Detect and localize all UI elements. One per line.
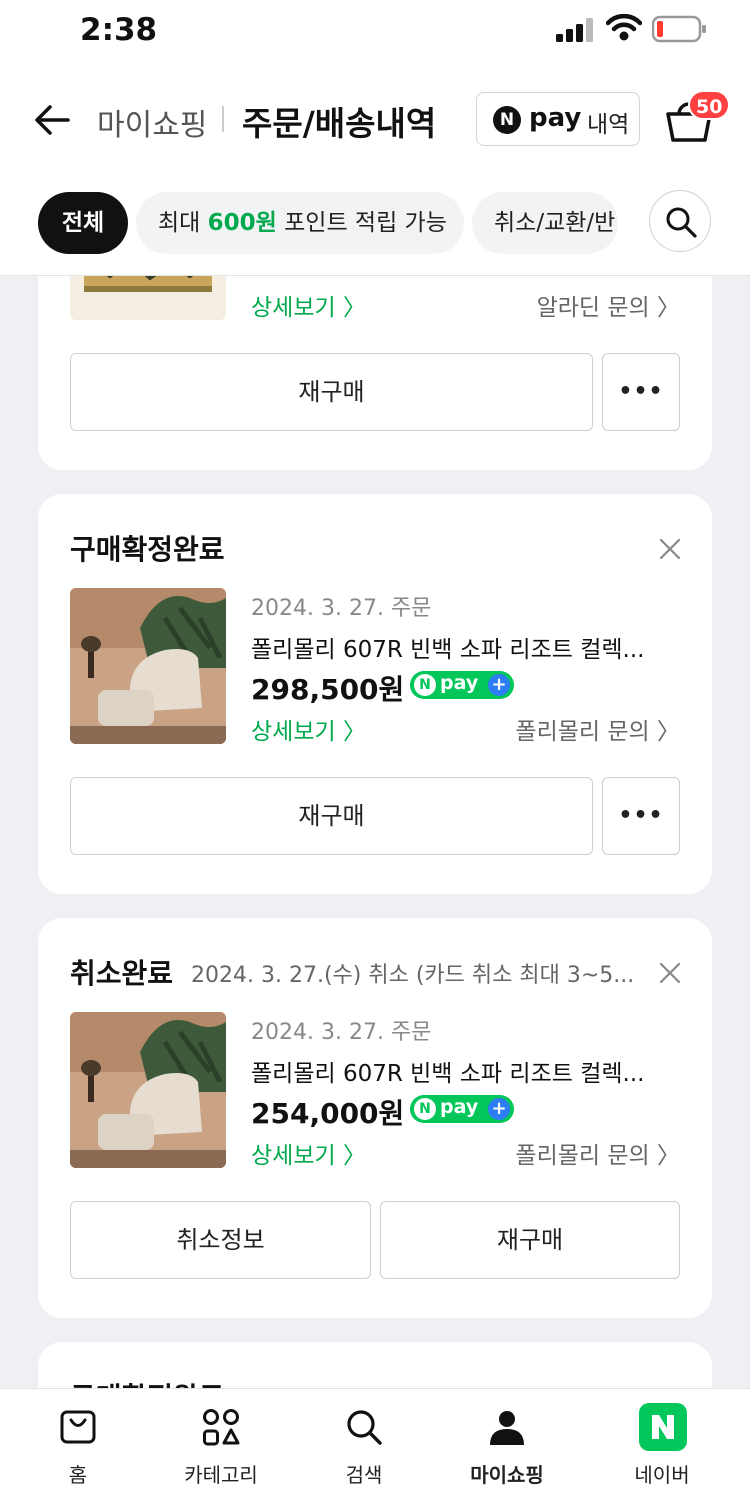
npay-history-label: 내역 bbox=[587, 112, 630, 138]
view-details-link[interactable]: 상세보기 〉 bbox=[251, 288, 366, 322]
rebuy-button[interactable]: 재구매 bbox=[70, 353, 593, 431]
order-status-title: 구매확정완료 bbox=[70, 1376, 225, 1388]
npay-pay-label: pay bbox=[440, 1096, 479, 1118]
order-date: 2024. 3. 27. 주문 bbox=[251, 596, 432, 621]
back-arrow-icon[interactable] bbox=[30, 98, 74, 142]
order-card-4: 구매확정완료 bbox=[38, 1342, 712, 1388]
status-bar: 2:38 bbox=[0, 0, 750, 62]
order-card-1: 상세보기 〉 알라딘 문의 〉 재구매 ••• bbox=[38, 276, 712, 470]
filter-chip-points[interactable]: 최대 600원 포인트 적립 가능 bbox=[136, 192, 464, 254]
status-time: 2:38 bbox=[80, 12, 158, 48]
npay-plus-badge: N pay + bbox=[410, 671, 514, 699]
product-thumbnail[interactable] bbox=[70, 276, 226, 320]
npay-plus-badge: N pay + bbox=[410, 1095, 514, 1123]
tab-search[interactable]: 검색 bbox=[289, 1389, 439, 1501]
naver-logo-icon bbox=[639, 1403, 687, 1451]
tab-my-shopping[interactable]: 마이쇼핑 bbox=[432, 1389, 582, 1501]
wifi-icon bbox=[606, 14, 642, 41]
seller-inquiry-link[interactable]: 알라딘 문의 〉 bbox=[537, 288, 680, 322]
seller-inquiry-link[interactable]: 폴리몰리 문의 〉 bbox=[515, 1136, 680, 1170]
product-price: 298,500원 bbox=[251, 673, 405, 706]
filter-chip-cancel-exchange[interactable]: 취소/교환/반 bbox=[472, 192, 618, 254]
breadcrumb-my-shopping[interactable]: 마이쇼핑 bbox=[97, 100, 207, 144]
search-icon bbox=[666, 207, 697, 238]
filter-search-button[interactable] bbox=[649, 190, 711, 252]
close-icon[interactable] bbox=[658, 961, 682, 985]
points-amount: 600원 bbox=[207, 210, 277, 236]
signal-icon bbox=[556, 18, 593, 42]
npay-plus-icon: + bbox=[488, 674, 510, 696]
rebuy-button[interactable]: 재구매 bbox=[380, 1201, 680, 1279]
bottom-tab-bar: 홈 카테고리 검색 마이쇼핑 네이버 bbox=[0, 1388, 750, 1501]
product-name[interactable]: 폴리몰리 607R 빈백 소파 리조트 컬렉... bbox=[251, 1054, 644, 1088]
tab-label: 마이쇼핑 bbox=[470, 1463, 544, 1487]
product-price: 254,000원 bbox=[251, 1097, 405, 1130]
product-thumbnail[interactable] bbox=[70, 588, 226, 744]
tab-category[interactable]: 카테고리 bbox=[146, 1389, 296, 1501]
more-options-button[interactable]: ••• bbox=[602, 777, 680, 855]
view-details-link[interactable]: 상세보기 〉 bbox=[251, 712, 366, 746]
order-status-title: 취소완료 bbox=[70, 957, 174, 990]
npay-history-button[interactable]: N pay 내역 bbox=[476, 92, 640, 146]
search-icon bbox=[347, 1410, 382, 1445]
points-prefix: 최대 bbox=[158, 210, 208, 236]
tab-label: 카테고리 bbox=[184, 1463, 258, 1487]
tab-home[interactable]: 홈 bbox=[3, 1389, 153, 1501]
order-card-2: 구매확정완료 2024. 3. 27. 주문 폴리몰리 607R 빈백 소파 리… bbox=[38, 494, 712, 894]
order-status-title: 구매확정완료 bbox=[70, 533, 225, 566]
cancel-info-button[interactable]: 취소정보 bbox=[70, 1201, 371, 1279]
filter-chip-all[interactable]: 전체 bbox=[38, 192, 128, 254]
seller-inquiry-link[interactable]: 폴리몰리 문의 〉 bbox=[515, 712, 680, 746]
npay-plus-icon: + bbox=[488, 1098, 510, 1120]
category-grid-icon bbox=[203, 1409, 240, 1446]
more-options-button[interactable]: ••• bbox=[602, 353, 680, 431]
npay-pay-label: pay bbox=[529, 103, 582, 133]
order-date: 2024. 3. 27. 주문 bbox=[251, 1020, 432, 1045]
product-thumbnail[interactable] bbox=[70, 1012, 226, 1168]
top-header: 마이쇼핑 주문/배송내역 N pay 내역 50 bbox=[0, 62, 750, 182]
order-card-3: 취소완료 2024. 3. 27.(수) 취소 (카드 취소 최대 3~5...… bbox=[38, 918, 712, 1318]
person-icon bbox=[490, 1411, 524, 1445]
view-details-link[interactable]: 상세보기 〉 bbox=[251, 1136, 366, 1170]
breadcrumb-divider bbox=[222, 106, 224, 132]
points-suffix: 포인트 적립 가능 bbox=[276, 210, 447, 236]
npay-n-logo-icon: N bbox=[414, 1098, 436, 1120]
filter-bar: 전체 최대 600원 포인트 적립 가능 취소/교환/반 bbox=[0, 182, 750, 276]
home-bag-icon bbox=[60, 1410, 96, 1444]
tab-label: 검색 bbox=[345, 1463, 383, 1487]
cart-count-badge: 50 bbox=[688, 90, 731, 120]
product-name[interactable]: 폴리몰리 607R 빈백 소파 리조트 컬렉... bbox=[251, 630, 644, 664]
npay-n-logo-icon: N bbox=[414, 674, 436, 696]
tab-naver[interactable]: 네이버 bbox=[587, 1389, 737, 1501]
battery-icon bbox=[652, 15, 706, 43]
close-icon[interactable] bbox=[658, 537, 682, 561]
tab-label: 네이버 bbox=[634, 1463, 690, 1487]
npay-n-logo-icon: N bbox=[493, 106, 521, 134]
page-title: 주문/배송내역 bbox=[242, 104, 437, 143]
cancel-note: 2024. 3. 27.(수) 취소 (카드 취소 최대 3~5... bbox=[191, 963, 635, 988]
tab-label: 홈 bbox=[68, 1463, 88, 1487]
rebuy-button[interactable]: 재구매 bbox=[70, 777, 593, 855]
npay-pay-label: pay bbox=[440, 672, 479, 694]
